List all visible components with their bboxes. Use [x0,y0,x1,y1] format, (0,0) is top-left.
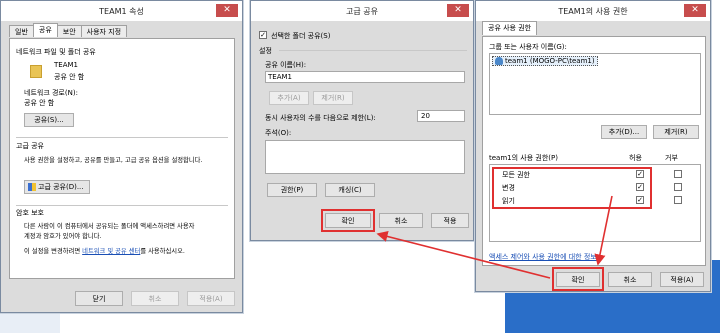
users-list[interactable]: team1 (MOGO-PC\team1) [489,53,701,115]
user-limit-value: 20 [421,112,430,120]
permissions-apply-button[interactable]: 적용(A) [660,272,704,287]
folder-status: 공유 안 함 [54,73,85,81]
share-folder-checkbox[interactable]: ✓ [259,31,267,39]
deny-change-checkbox[interactable] [674,183,682,191]
caching-button[interactable]: 캐싱(C) [325,183,375,197]
comment-field[interactable] [265,140,465,174]
section-network-heading: 네트워크 파일 및 폴더 공유 [16,48,96,56]
share-name-value: TEAM1 [268,73,292,81]
password-change-prefix: 이 설정을 변경하려면 [24,248,83,255]
tab-security[interactable]: 보안 [56,25,82,37]
password-divider [16,205,228,206]
shield-icon [28,183,36,191]
permissions-highlight [492,167,652,209]
sharing-panel: 네트워크 파일 및 폴더 공유 TEAM1 공유 안 함 네트워크 경로(N):… [9,38,235,279]
settings-label: 설정 [259,47,272,55]
password-change-text: 이 설정을 변경하려면 네트워크 및 공유 센터를 사용하십시오. [24,246,185,255]
permissions-titlebar: TEAM1의 사용 권한 ✕ [476,1,710,21]
password-description-line1: 다른 사람이 이 컴퓨터에서 공유되는 폴더에 액세스하려면 사용자 [24,223,195,230]
advanced-ok-highlight [321,209,375,232]
permissions-table: 모든 권한 ✓ 변경 ✓ 읽기 ✓ [489,164,701,242]
user-entry-label: team1 (MOGO-PC\team1) [505,57,595,65]
properties-window: TEAM1 속성 ✕ 일반 공유 보안 사용자 지정 네트워크 파일 및 폴더 … [0,0,243,313]
advanced-apply-button[interactable]: 적용 [431,213,469,228]
window-title: 고급 공유 [346,6,378,16]
section-password-heading: 암호 보호 [16,209,44,217]
properties-titlebar: TEAM1 속성 ✕ [1,1,242,21]
advanced-divider [16,137,228,138]
share-name-field[interactable]: TEAM1 [265,71,465,83]
advanced-description: 사용 권한을 설정하고, 공유를 만들고, 고급 공유 옵션을 설정합니다. [24,157,203,164]
share-folder-label: 선택한 폴더 공유(S) [271,32,331,40]
access-control-link[interactable]: 액세스 제어와 사용 권한에 대한 정보 [489,252,597,262]
permissions-panel: 그룹 또는 사용자 이름(G): team1 (MOGO-PC\team1) 추… [482,36,706,266]
section-advanced-heading: 고급 공유 [16,142,44,150]
properties-tabs: 일반 공유 보안 사용자 지정 [9,23,128,37]
password-description-line2: 계정과 암호가 있어야 합니다. [24,233,102,240]
window-title: TEAM1의 사용 권한 [558,6,628,16]
tab-sharing[interactable]: 공유 [32,23,58,37]
group-users-label: 그룹 또는 사용자 이름(G): [489,43,567,51]
user-limit-stepper[interactable]: 20 [417,110,465,122]
comment-label: 주석(O): [265,129,292,137]
user-limit-label: 동시 사용자의 수를 다음으로 제한(L): [265,114,376,122]
list-item[interactable]: team1 (MOGO-PC\team1) [492,56,598,66]
window-title: TEAM1 속성 [99,6,144,16]
folder-name: TEAM1 [54,61,78,69]
close-icon[interactable]: ✕ [447,4,469,17]
apply-button[interactable]: 적용(A) [187,291,235,306]
tab-customize[interactable]: 사용자 지정 [80,25,128,37]
permissions-header: team1의 사용 권한(P) [489,154,558,162]
advanced-cancel-button[interactable]: 취소 [379,213,423,228]
advanced-sharing-button[interactable]: 고급 공유(D)... [24,180,90,194]
permissions-tabs: 공유 사용 권한 [482,21,538,35]
settings-divider [279,50,467,51]
deny-full-checkbox[interactable] [674,170,682,178]
add-share-button[interactable]: 추가(A) [269,91,309,105]
deny-read-checkbox[interactable] [674,196,682,204]
share-button[interactable]: 공유(S)... [24,113,74,127]
close-icon[interactable]: ✕ [216,4,238,17]
close-button[interactable]: 닫기 [75,291,123,306]
advanced-sharing-window: 고급 공유 ✕ ✓ 선택한 폴더 공유(S) 설정 공유 이름(H): TEAM… [250,0,474,241]
advanced-sharing-label: 고급 공유(D)... [38,183,84,191]
remove-share-button[interactable]: 제거(R) [313,91,353,105]
permissions-cancel-button[interactable]: 취소 [608,272,652,287]
remove-user-button[interactable]: 제거(R) [653,125,699,139]
cancel-button[interactable]: 취소 [131,291,179,306]
network-sharing-center-link[interactable]: 네트워크 및 공유 센터 [82,248,140,255]
permissions-window: TEAM1의 사용 권한 ✕ 공유 사용 권한 그룹 또는 사용자 이름(G):… [475,0,711,292]
close-icon[interactable]: ✕ [684,4,706,17]
add-user-button[interactable]: 추가(D)... [601,125,647,139]
permissions-button[interactable]: 권한(P) [267,183,317,197]
network-path-label: 네트워크 경로(N): [24,89,78,97]
allow-header: 허용 [629,154,642,162]
network-path-value: 공유 안 함 [24,99,55,107]
folder-icon [30,65,42,78]
advanced-titlebar: 고급 공유 ✕ [251,1,473,21]
tab-share-permissions[interactable]: 공유 사용 권한 [482,21,538,35]
password-change-suffix: 를 사용하십시오. [140,248,185,255]
tab-general[interactable]: 일반 [9,25,34,37]
permissions-ok-highlight [552,267,604,291]
deny-header: 거부 [665,154,678,162]
share-name-label: 공유 이름(H): [265,61,307,69]
user-icon [495,57,503,65]
